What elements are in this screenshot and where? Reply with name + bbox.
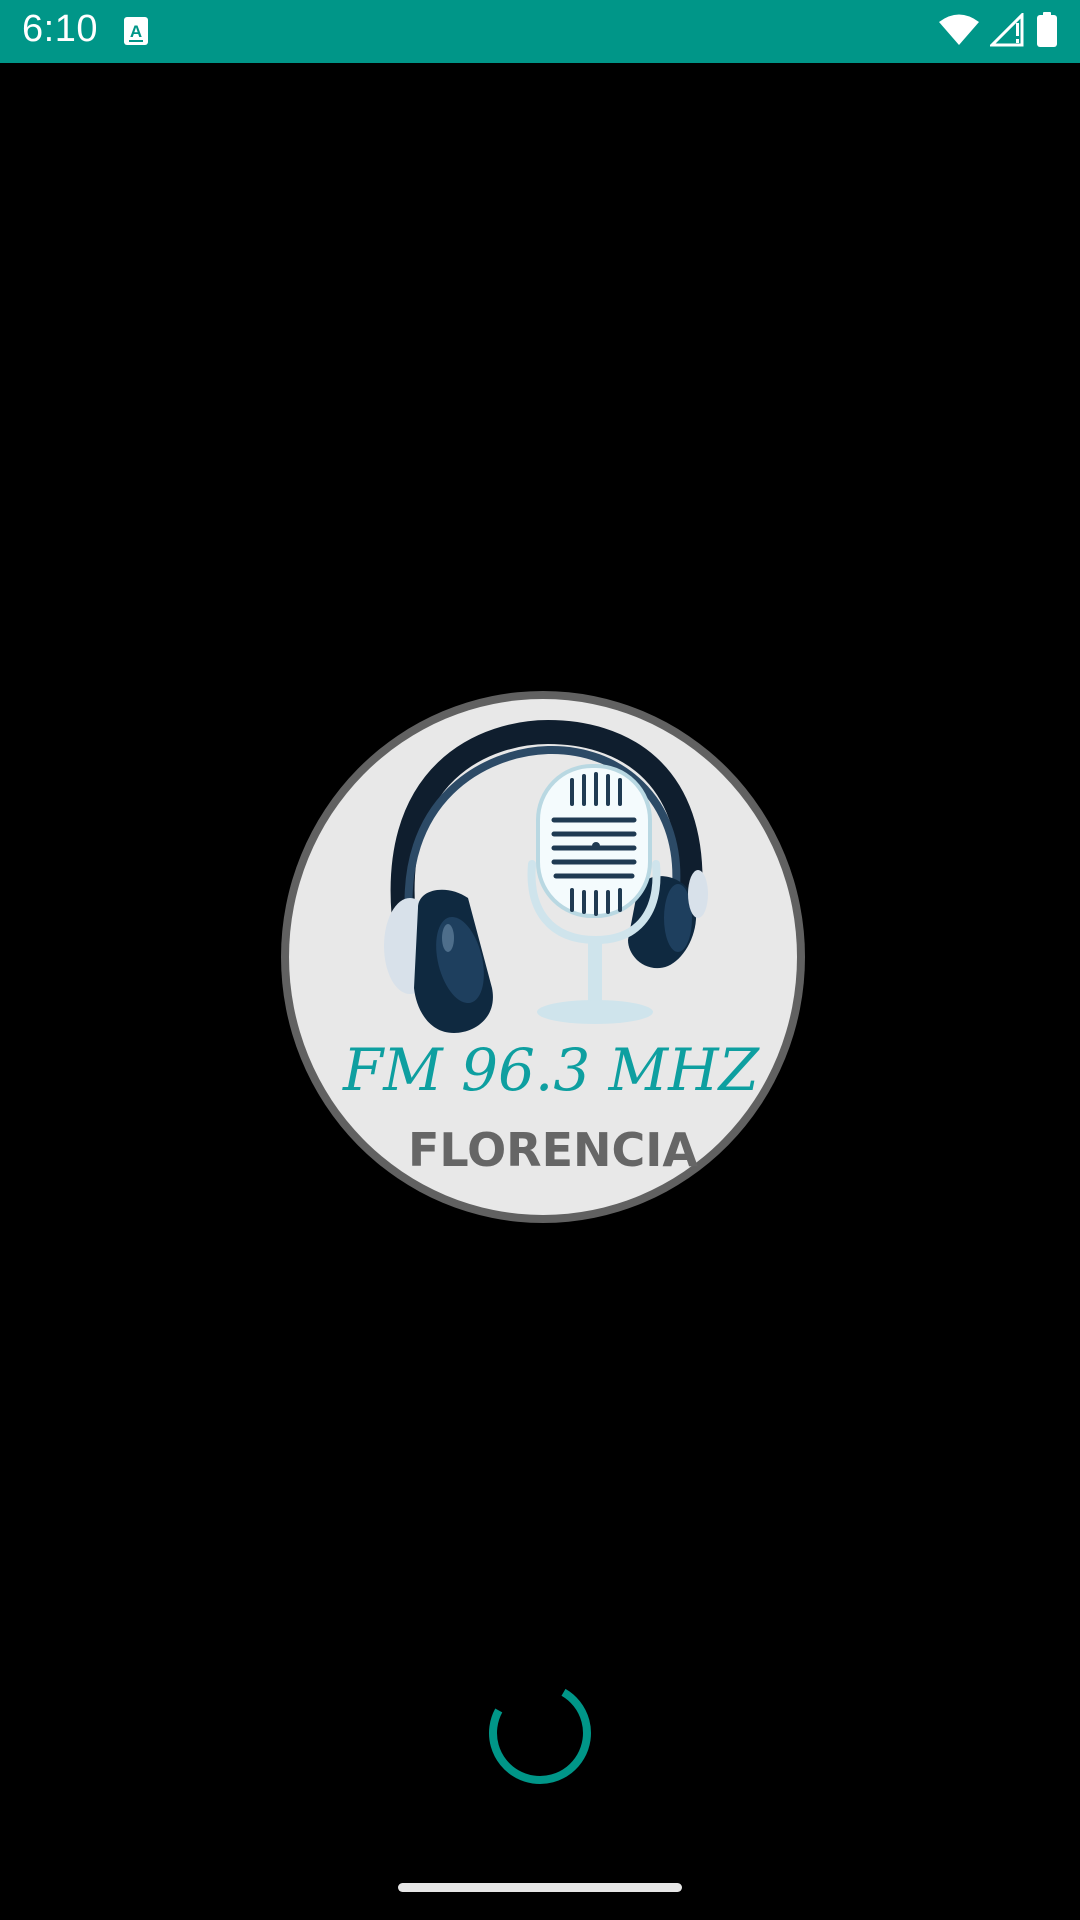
svg-text:A: A	[130, 22, 142, 41]
loading-spinner	[486, 1679, 594, 1787]
frequency-label: FM 96.3 MHZ	[342, 1036, 761, 1104]
status-time: 6:10	[22, 8, 98, 50]
status-bar: 6:10 A	[0, 0, 1080, 63]
city-label: FLORENCIA	[408, 1123, 698, 1177]
splash-screen: 6:10 A FM 96.3 MHZ FLORENCIA	[0, 0, 1080, 1920]
keyboard-a-icon: A	[123, 16, 149, 46]
station-logo: FM 96.3 MHZ FLORENCIA	[278, 688, 808, 1226]
wifi-icon	[938, 13, 980, 51]
cell-signal-icon	[988, 11, 1026, 51]
battery-icon	[1036, 12, 1058, 52]
status-icons	[938, 11, 1058, 52]
home-indicator[interactable]	[398, 1883, 682, 1892]
